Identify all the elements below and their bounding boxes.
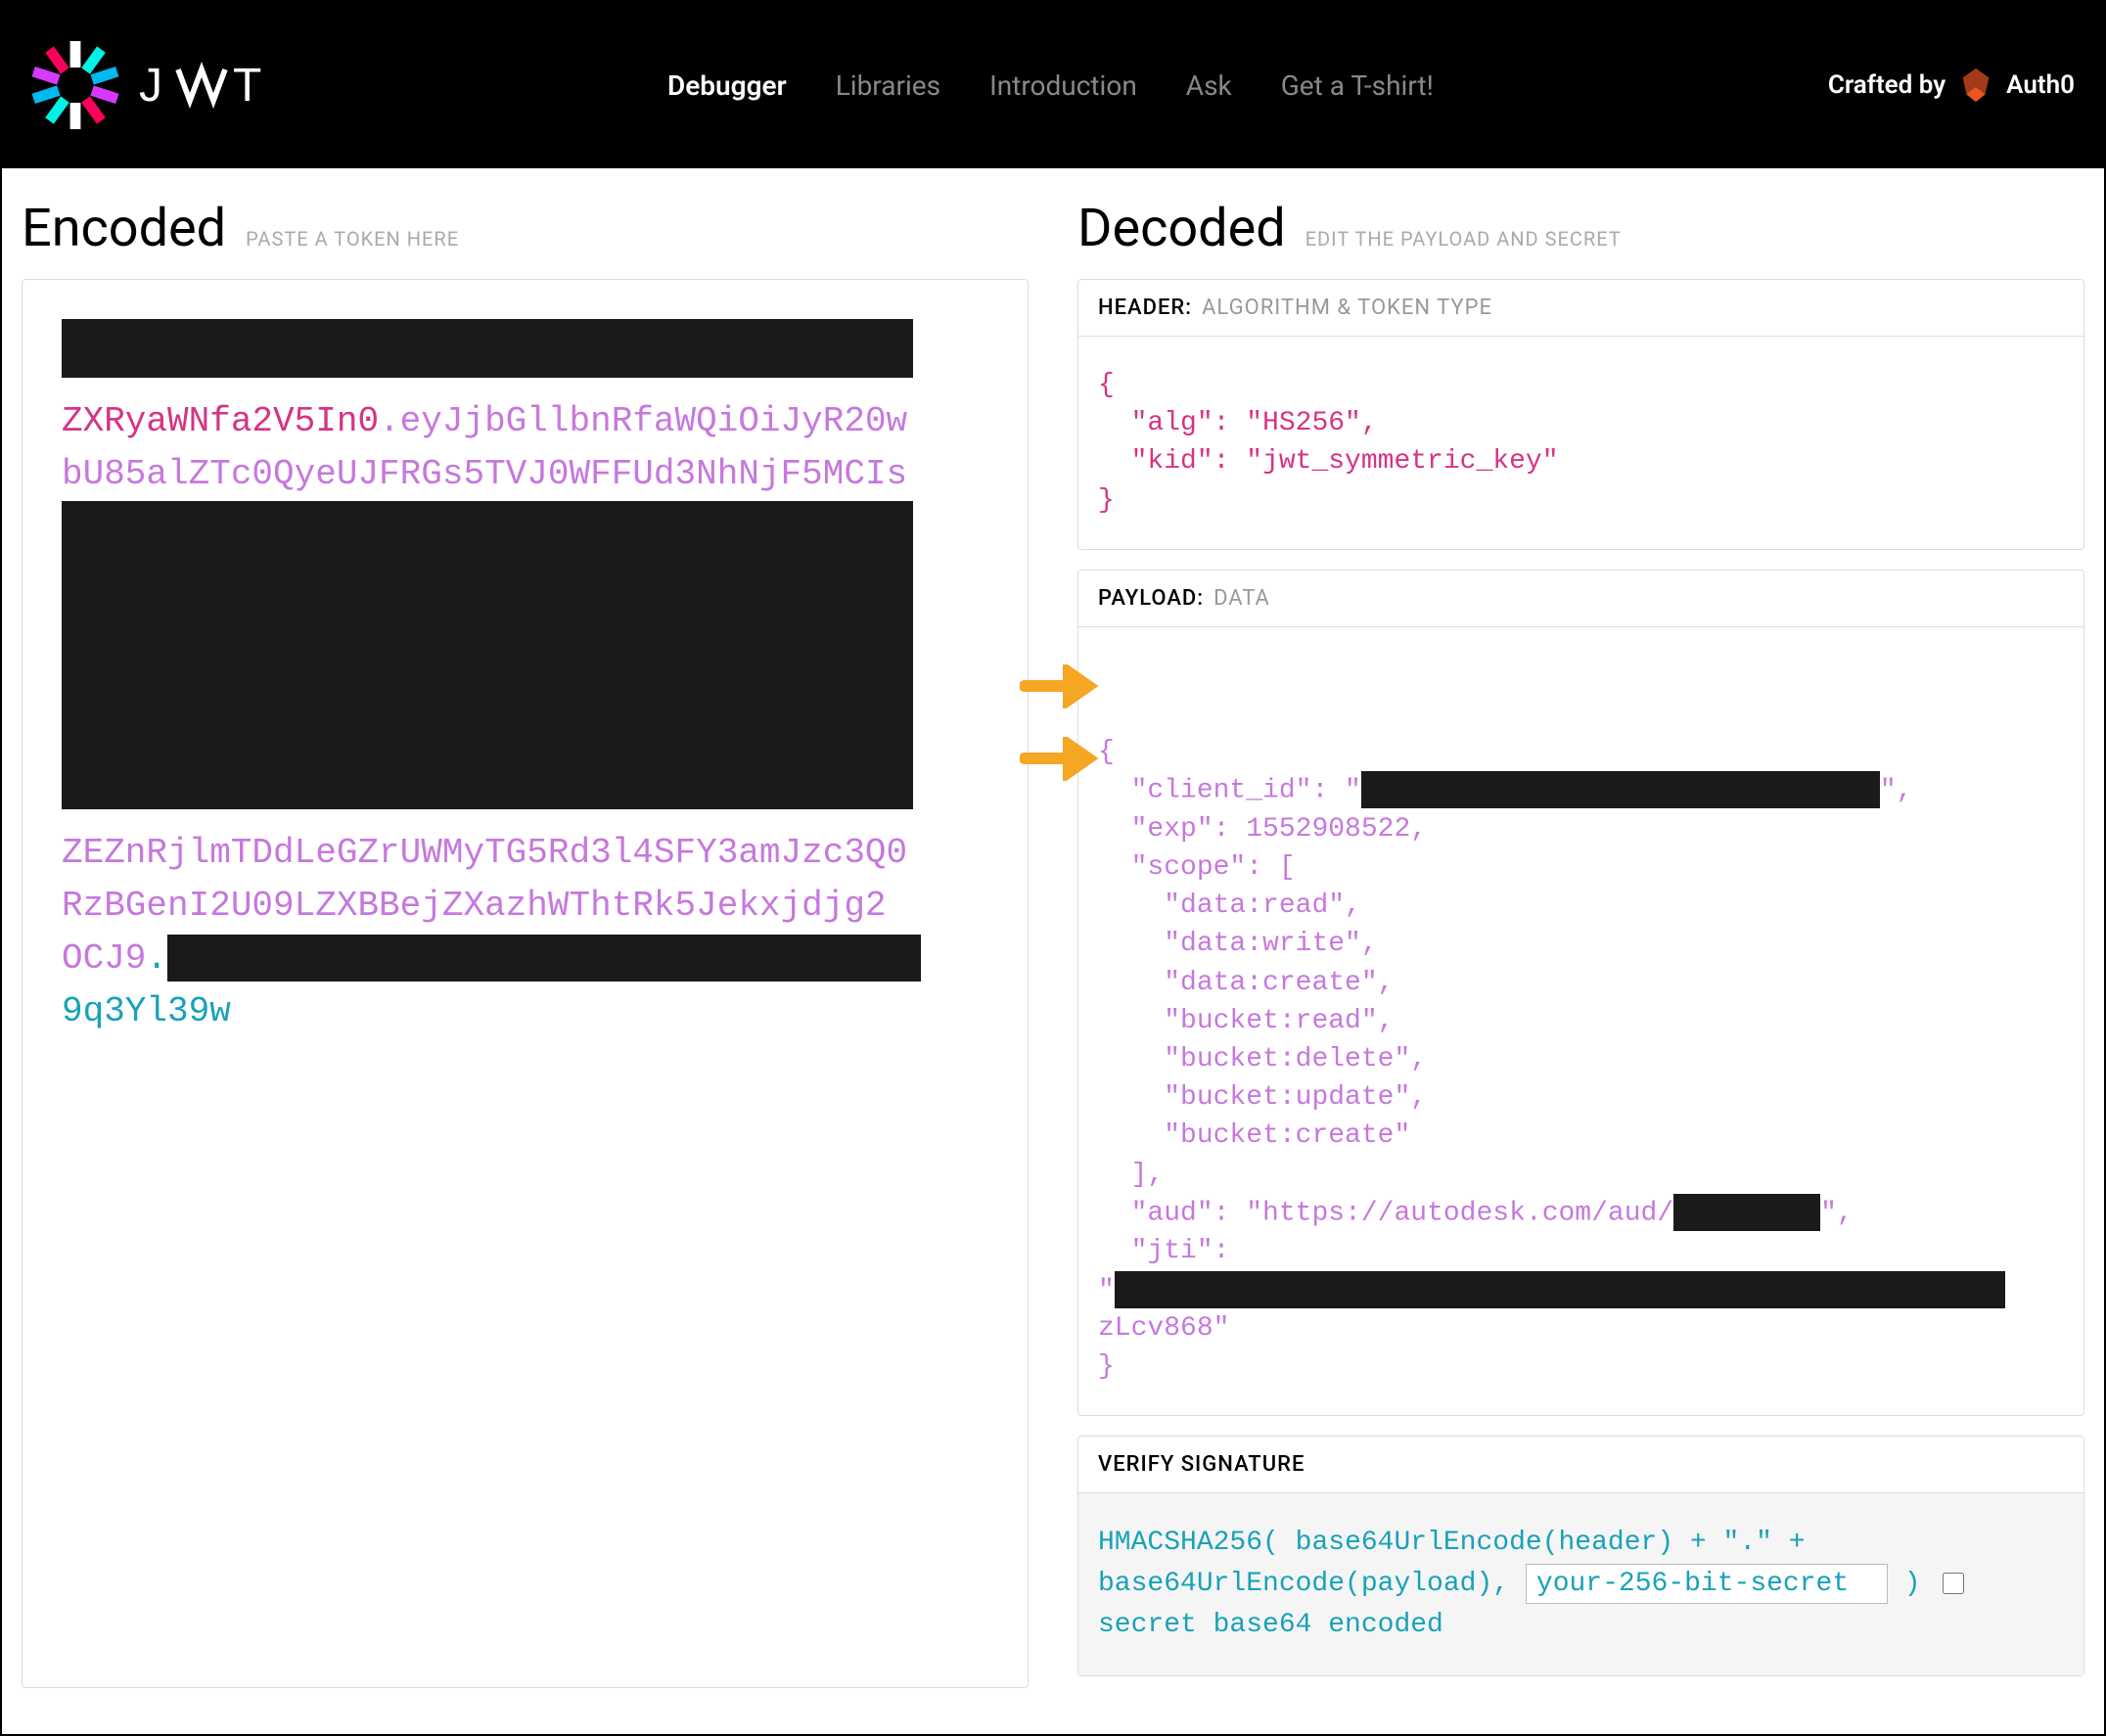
encoded-payload-part: .eyJjbGllbnRfaWQiOiJyR20w: [379, 401, 907, 441]
scope-value: data:read: [1180, 891, 1328, 921]
arrow-icon: [1020, 664, 1108, 708]
nav-libraries[interactable]: Libraries: [836, 69, 940, 102]
sig-line2: base64UrlEncode(header) + "." +: [1296, 1528, 1806, 1558]
top-header: J T Debugger Libraries Introduction Ask …: [2, 2, 2104, 168]
payload-header-bar: PAYLOAD: DATA: [1078, 571, 2083, 627]
jwt-logo-icon: [31, 41, 119, 129]
encoded-column: Encoded PASTE A TOKEN HERE ZXRyaWNfa2V5I…: [22, 198, 1029, 1696]
scope-value: data:write: [1180, 929, 1345, 959]
nav: Debugger Libraries Introduction Ask Get …: [667, 69, 1434, 102]
encoded-box[interactable]: ZXRyaWNfa2V5In0.eyJjbGllbnRfaWQiOiJyR20w…: [22, 279, 1029, 1688]
decoded-header-section: HEADER: ALGORITHM & TOKEN TYPE { "alg": …: [1077, 279, 2084, 550]
crafted-by-label: Crafted by: [1828, 70, 1946, 100]
sig-line1: HMACSHA256(: [1098, 1528, 1279, 1558]
decoded-title: Decoded EDIT THE PAYLOAD AND SECRET: [1077, 198, 2084, 259]
header-sublabel: ALGORITHM & TOKEN TYPE: [1202, 296, 1492, 320]
redacted-block: [62, 319, 913, 378]
svg-text:T: T: [233, 60, 263, 112]
scope-value: bucket:update: [1180, 1082, 1394, 1113]
scope-value: data:create: [1180, 968, 1361, 998]
exp-value: 1552908522: [1246, 814, 1410, 845]
signature-header-bar: VERIFY SIGNATURE: [1078, 1437, 2083, 1493]
exp-key: "exp": [1131, 814, 1213, 845]
aud-value: https://autodesk.com/aud/: [1262, 1198, 1673, 1228]
decoded-payload-section: PAYLOAD: DATA { "client_id": "", "exp": …: [1077, 570, 2084, 1417]
signature-label: VERIFY SIGNATURE: [1098, 1452, 1305, 1477]
auth0-label: Auth0: [2006, 70, 2075, 100]
decoded-column: Decoded EDIT THE PAYLOAD AND SECRET HEAD…: [1077, 198, 2084, 1696]
scope-value: bucket:delete: [1180, 1044, 1394, 1074]
redacted-block: [1115, 1271, 2005, 1308]
encoded-payload-part: ZEZnRjlmTDdLeGZrUWMyTG5Rd3l4SFY3amJzc3Q0: [62, 833, 907, 873]
header-json[interactable]: { "alg": "HS256", "kid": "jwt_symmetric_…: [1078, 337, 2083, 549]
encoded-payload-part: bU85alZTc0QyeUJFRGs5TVJ0WFFUd3NhNjF5MCIs: [62, 454, 907, 494]
encoded-content[interactable]: ZXRyaWNfa2V5In0.eyJjbGllbnRfaWQiOiJyR20w…: [62, 319, 988, 1038]
secret-input[interactable]: [1526, 1564, 1888, 1604]
encoded-sig-dot: .: [146, 938, 167, 979]
signature-body: HMACSHA256( base64UrlEncode(header) + ".…: [1078, 1493, 2083, 1675]
encoded-payload-part: OCJ9: [62, 938, 146, 979]
decoded-title-text: Decoded: [1077, 198, 1286, 259]
decoded-subtitle: EDIT THE PAYLOAD AND SECRET: [1305, 227, 1622, 251]
secret-checkbox-label: secret base64 encoded: [1098, 1610, 1443, 1640]
jti-key: "jti": [1131, 1236, 1213, 1266]
decoded-header-bar: HEADER: ALGORITHM & TOKEN TYPE: [1078, 280, 2083, 337]
svg-text:J: J: [139, 60, 165, 112]
aud-key: "aud": [1131, 1198, 1213, 1228]
scope-value: bucket:read: [1180, 1006, 1361, 1036]
nav-ask[interactable]: Ask: [1186, 69, 1232, 102]
client-id-key: "client_id": [1131, 776, 1312, 806]
nav-debugger[interactable]: Debugger: [667, 69, 787, 102]
auth0-icon: [1957, 67, 1994, 104]
kid-value: jwt_symmetric_key: [1262, 446, 1542, 477]
encoded-title: Encoded PASTE A TOKEN HERE: [22, 198, 1029, 259]
nav-introduction[interactable]: Introduction: [989, 69, 1137, 102]
logo-area: J T: [31, 41, 296, 129]
payload-label: PAYLOAD:: [1098, 586, 1204, 611]
encoded-payload-part: RzBGenI2U09LZXBBejZXazhWThtRk5Jekxjdjg2: [62, 886, 887, 926]
payload-json[interactable]: { "client_id": "", "exp": 1552908522, "s…: [1078, 627, 2083, 1416]
jti-suffix: zLcv868: [1098, 1313, 1213, 1344]
nav-tshirt[interactable]: Get a T-shirt!: [1281, 69, 1434, 102]
sig-line4: ): [1904, 1569, 1921, 1599]
redacted-block: [1361, 771, 1880, 808]
redacted-block: [62, 501, 913, 809]
redacted-block: [1673, 1194, 1820, 1231]
scope-value: bucket:create: [1180, 1120, 1394, 1151]
alg-value: HS256: [1262, 408, 1345, 438]
encoded-subtitle: PASTE A TOKEN HERE: [246, 227, 459, 251]
redacted-block: [167, 935, 921, 982]
content: Encoded PASTE A TOKEN HERE ZXRyaWNfa2V5I…: [2, 168, 2104, 1725]
encoded-header-part: ZXRyaWNfa2V5In0: [62, 401, 379, 441]
crafted-by: Crafted by Auth0: [1828, 67, 2075, 104]
encoded-title-text: Encoded: [22, 198, 226, 259]
secret-base64-checkbox[interactable]: [1943, 1573, 1964, 1594]
signature-section: VERIFY SIGNATURE HMACSHA256( base64UrlEn…: [1077, 1436, 2084, 1676]
jwt-logo-text: J T: [139, 56, 296, 114]
payload-sublabel: DATA: [1213, 586, 1270, 611]
encoded-sig-part: 9q3Yl39w: [62, 991, 231, 1031]
sig-line3: base64UrlEncode(payload),: [1098, 1569, 1509, 1599]
arrow-icon: [1020, 737, 1108, 781]
scope-key: "scope": [1131, 852, 1247, 883]
header-label: HEADER:: [1098, 296, 1192, 320]
